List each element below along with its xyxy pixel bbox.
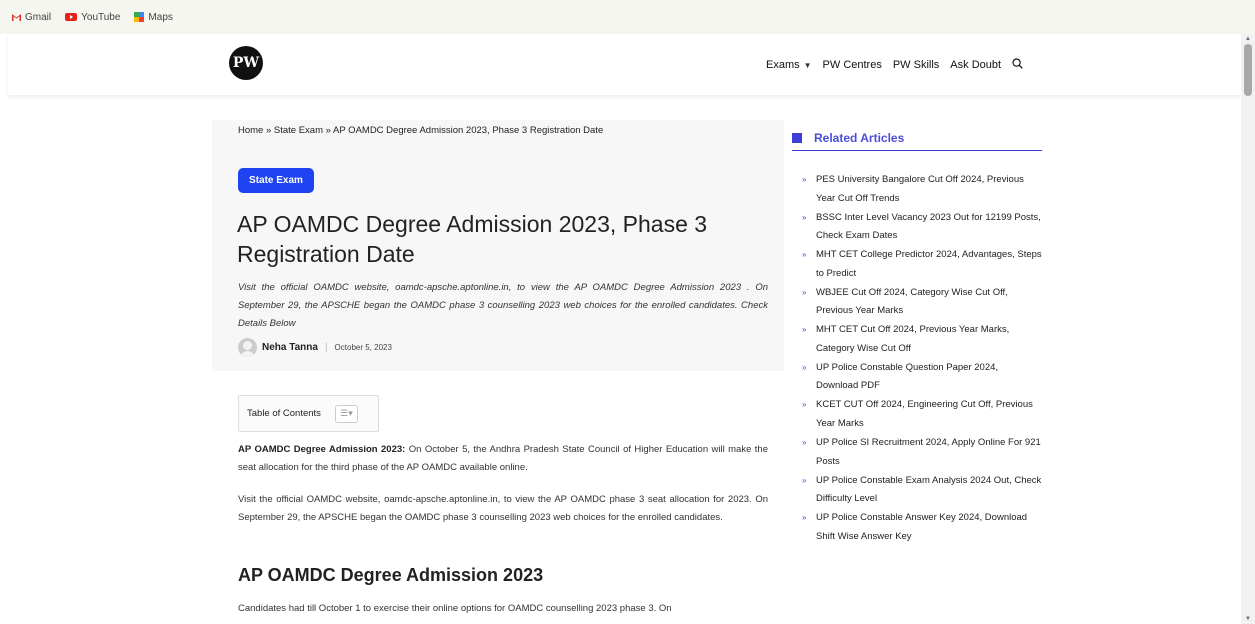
bookmark-label: YouTube bbox=[81, 11, 121, 23]
related-article-title[interactable]: MHT CET Cut Off 2024, Previous Year Mark… bbox=[816, 321, 1042, 358]
double-chevron-icon: » bbox=[802, 287, 807, 297]
double-chevron-icon: » bbox=[802, 400, 807, 410]
chevron-down-icon: ▼ bbox=[803, 61, 812, 70]
nav-exams-label: Exams bbox=[766, 59, 800, 71]
table-of-contents: Table of Contents ☰▾ bbox=[238, 395, 379, 432]
related-article-link[interactable]: » UP Police Constable Answer Key 2024, Do… bbox=[802, 509, 1042, 546]
related-article-link[interactable]: » MHT CET College Predictor 2024, Advanta… bbox=[802, 246, 1042, 283]
article-paragraph: Visit the official OAMDC website, oamdc-… bbox=[238, 494, 768, 523]
double-chevron-icon: » bbox=[802, 438, 807, 448]
related-article-title[interactable]: MHT CET College Predictor 2024, Advantag… bbox=[816, 246, 1042, 283]
scrollbar-thumb[interactable] bbox=[1244, 44, 1252, 96]
toc-label: Table of Contents bbox=[247, 408, 321, 419]
related-article-link[interactable]: » UP Police SI Recruitment 2024, Apply On… bbox=[802, 434, 1042, 471]
article-paragraph: AP OAMDC Degree Admission 2023: On Octob… bbox=[238, 441, 768, 477]
maps-icon bbox=[134, 12, 145, 22]
related-article-link[interactable]: » UP Police Constable Question Paper 2024… bbox=[802, 359, 1042, 396]
related-article-link[interactable]: » MHT CET Cut Off 2024, Previous Year Mar… bbox=[802, 321, 1042, 358]
related-article-title[interactable]: UP Police SI Recruitment 2024, Apply Onl… bbox=[816, 434, 1042, 471]
related-article-title[interactable]: UP Police Constable Answer Key 2024, Dow… bbox=[816, 509, 1042, 546]
bookmark-maps[interactable]: Maps bbox=[134, 11, 173, 23]
bookmark-label: Maps bbox=[148, 11, 173, 23]
search-icon[interactable] bbox=[1012, 58, 1023, 72]
breadcrumb: Home » State Exam » AP OAMDC Degree Admi… bbox=[238, 125, 604, 136]
section-heading: AP OAMDC Degree Admission 2023 bbox=[238, 565, 544, 585]
related-article-title[interactable]: WBJEE Cut Off 2024, Category Wise Cut Of… bbox=[816, 284, 1042, 321]
bookmark-youtube[interactable]: YouTube bbox=[65, 12, 120, 23]
avatar bbox=[238, 338, 257, 357]
related-articles-heading: Related Articles bbox=[792, 126, 1042, 151]
double-chevron-icon: » bbox=[802, 250, 807, 260]
main-nav: Exams ▼ PW Centres PW Skills Ask Doubt bbox=[766, 58, 1023, 72]
author-name[interactable]: Neha Tanna bbox=[262, 342, 318, 353]
double-chevron-icon: » bbox=[802, 212, 807, 222]
meta-divider: | bbox=[324, 342, 328, 353]
double-chevron-icon: » bbox=[802, 475, 807, 485]
publish-date: October 5, 2023 bbox=[334, 343, 392, 352]
nav-ask-doubt[interactable]: Ask Doubt bbox=[950, 59, 1001, 71]
scroll-up-arrow-icon[interactable]: ▲ bbox=[1245, 36, 1251, 42]
nav-exams[interactable]: Exams ▼ bbox=[766, 59, 812, 71]
site-header: PW Exams ▼ PW Centres PW Skills Ask Doubt bbox=[8, 34, 1241, 95]
related-article-link[interactable]: » KCET CUT Off 2024, Engineering Cut Off,… bbox=[802, 396, 1042, 433]
double-chevron-icon: » bbox=[802, 513, 807, 523]
article-paragraph: Candidates had till October 1 to exercis… bbox=[238, 603, 672, 614]
related-article-title[interactable]: UP Police Constable Question Paper 2024,… bbox=[816, 359, 1042, 396]
scroll-down-arrow-icon[interactable]: ▼ bbox=[1245, 616, 1251, 622]
category-badge[interactable]: State Exam bbox=[238, 168, 314, 193]
nav-pw-centres[interactable]: PW Centres bbox=[823, 59, 882, 71]
youtube-icon bbox=[65, 13, 78, 21]
double-chevron-icon: » bbox=[802, 325, 807, 335]
page-title: AP OAMDC Degree Admission 2023, Phase 3 … bbox=[237, 211, 708, 267]
related-article-link[interactable]: » PES University Bangalore Cut Off 2024, … bbox=[802, 171, 1042, 208]
bookmarks-bar: Gmail YouTube Maps bbox=[0, 0, 1255, 34]
article-excerpt: Visit the official OAMDC website, oamdc-… bbox=[238, 282, 768, 329]
toc-toggle-icon[interactable]: ☰▾ bbox=[334, 404, 358, 423]
double-chevron-icon: » bbox=[802, 362, 807, 372]
page-scrollbar[interactable]: ▲ ▼ bbox=[1241, 34, 1255, 624]
related-article-link[interactable]: » BSSC Inter Level Vacancy 2023 Out for 1… bbox=[802, 209, 1042, 246]
related-article-title[interactable]: BSSC Inter Level Vacancy 2023 Out for 12… bbox=[816, 209, 1042, 246]
square-icon bbox=[792, 133, 802, 143]
related-article-title[interactable]: KCET CUT Off 2024, Engineering Cut Off, … bbox=[816, 396, 1042, 433]
related-article-link[interactable]: » WBJEE Cut Off 2024, Category Wise Cut O… bbox=[802, 284, 1042, 321]
related-heading-label: Related Articles bbox=[814, 131, 905, 145]
related-article-title[interactable]: UP Police Constable Exam Analysis 2024 O… bbox=[816, 472, 1042, 509]
related-article-link[interactable]: » UP Police Constable Exam Analysis 2024 … bbox=[802, 472, 1042, 509]
gmail-icon bbox=[12, 13, 21, 21]
bookmark-label: Gmail bbox=[25, 11, 52, 23]
article-meta: Neha Tanna | October 5, 2023 bbox=[238, 338, 392, 357]
related-article-title[interactable]: PES University Bangalore Cut Off 2024, P… bbox=[816, 171, 1042, 208]
bookmark-gmail[interactable]: Gmail bbox=[12, 12, 51, 23]
paragraph-lead: AP OAMDC Degree Admission 2023: bbox=[238, 444, 406, 455]
pw-logo[interactable]: PW bbox=[229, 46, 263, 80]
related-articles-list: » PES University Bangalore Cut Off 2024, … bbox=[802, 171, 1042, 547]
double-chevron-icon: » bbox=[802, 175, 807, 184]
nav-pw-skills[interactable]: PW Skills bbox=[893, 59, 939, 71]
